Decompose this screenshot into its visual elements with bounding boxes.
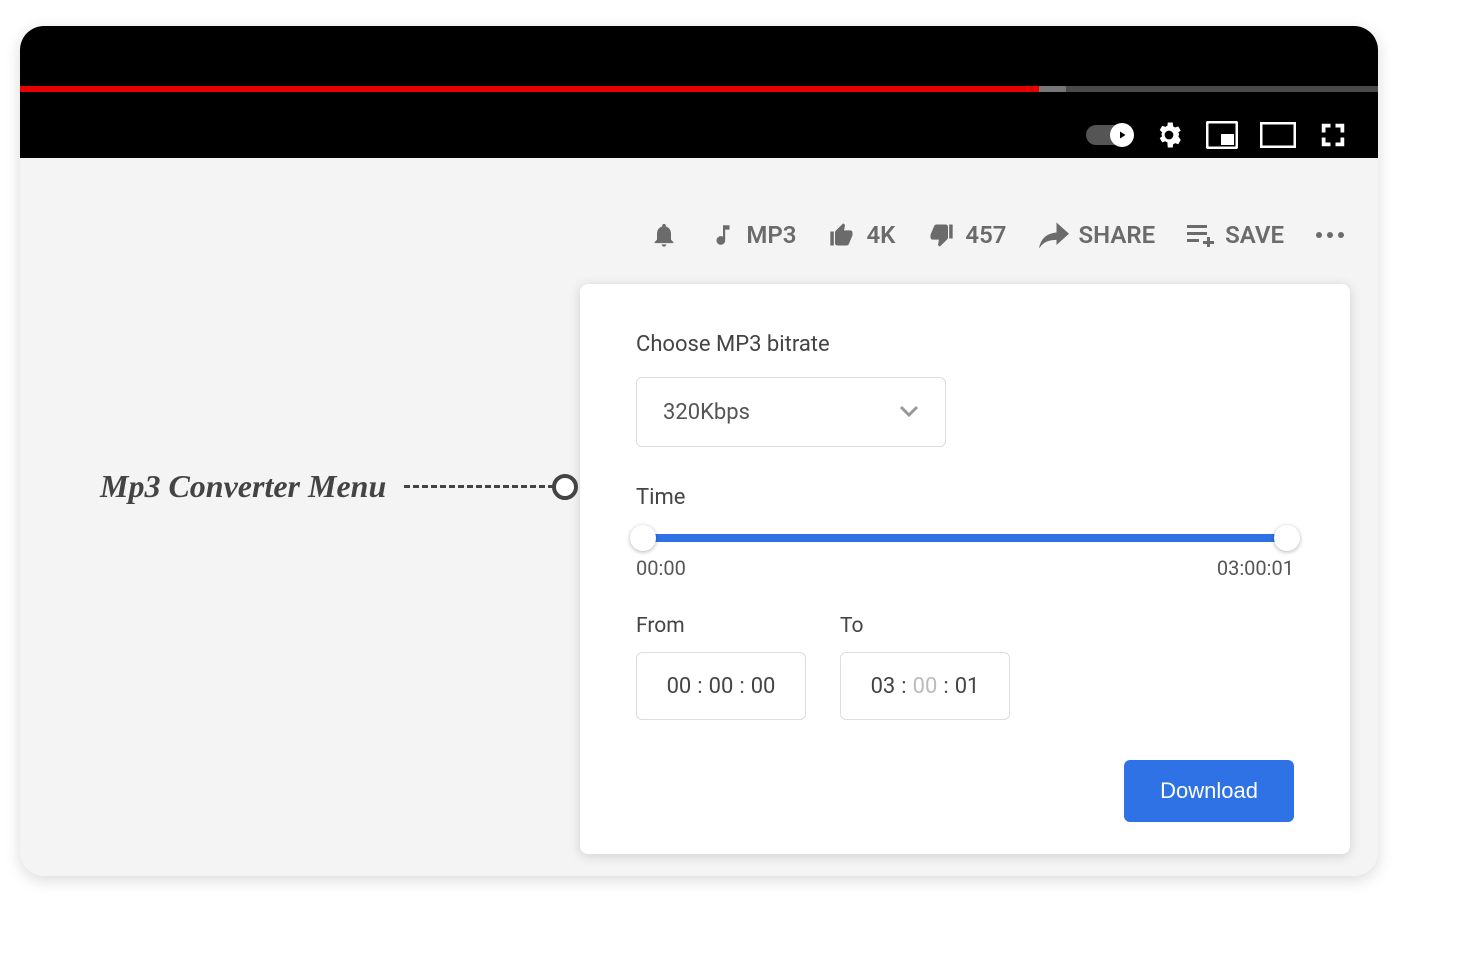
progress-track[interactable] [20, 86, 1378, 92]
bitrate-label: Choose MP3 bitrate [636, 332, 1294, 357]
settings-icon[interactable] [1154, 120, 1184, 150]
bitrate-value: 320Kbps [663, 400, 750, 425]
playlist-add-icon [1187, 223, 1215, 247]
autoplay-knob [1110, 123, 1134, 147]
from-group: From 00 : 00 : 00 [636, 614, 806, 720]
save-button[interactable]: SAVE [1187, 221, 1284, 249]
chevron-down-icon [899, 405, 919, 419]
from-field[interactable]: 00 : 00 : 00 [636, 652, 806, 720]
bitrate-select[interactable]: 320Kbps [636, 377, 946, 447]
dot-icon [1338, 232, 1344, 238]
theater-mode-icon[interactable] [1260, 122, 1296, 148]
fullscreen-icon[interactable] [1318, 120, 1348, 150]
miniplayer-icon[interactable] [1206, 121, 1238, 149]
time-label: Time [636, 485, 1294, 510]
play-icon [1116, 129, 1128, 141]
progress-played [20, 86, 1039, 92]
to-group: To 03 : 00 : 01 [840, 614, 1010, 720]
mp3-converter-panel: Choose MP3 bitrate 320Kbps Time 00:00 03… [580, 284, 1350, 854]
player-controls [1086, 120, 1348, 150]
music-note-icon [710, 222, 736, 248]
annotation-pointer-circle [552, 474, 578, 500]
from-label: From [636, 614, 806, 638]
time-labels: 00:00 03:00:01 [636, 556, 1294, 580]
slider-handle-end[interactable] [1274, 525, 1300, 551]
to-hh: 03 [871, 674, 896, 699]
thumbs-up-icon [828, 221, 856, 249]
to-label: To [840, 614, 1010, 638]
from-ss: 00 [751, 674, 776, 699]
thumbs-down-icon [927, 221, 955, 249]
notifications-button[interactable] [650, 221, 678, 249]
more-actions-button[interactable] [1316, 232, 1344, 238]
share-arrow-icon [1039, 222, 1069, 248]
time-end-label: 03:00:01 [1217, 556, 1294, 580]
time-start-label: 00:00 [636, 556, 686, 580]
share-label: SHARE [1079, 221, 1156, 249]
like-count: 4K [866, 221, 895, 249]
action-row: MP3 4K 457 SHARE SAVE [650, 221, 1344, 249]
annotation: Mp3 Converter Menu [100, 468, 578, 505]
time-inputs: From 00 : 00 : 00 To 03 : 00 : 01 [636, 614, 1294, 720]
time-range-slider[interactable] [636, 534, 1294, 542]
video-player-bar [20, 26, 1378, 158]
annotation-text: Mp3 Converter Menu [100, 468, 386, 505]
to-ss: 01 [955, 674, 980, 699]
dot-icon [1316, 232, 1322, 238]
dot-icon [1327, 232, 1333, 238]
dislike-button[interactable]: 457 [927, 221, 1006, 249]
dislike-count: 457 [965, 221, 1006, 249]
from-hh: 00 [667, 674, 692, 699]
download-button[interactable]: Download [1124, 760, 1294, 822]
mp3-button[interactable]: MP3 [710, 221, 796, 249]
mp3-label: MP3 [746, 221, 796, 249]
to-field[interactable]: 03 : 00 : 01 [840, 652, 1010, 720]
from-mm: 00 [709, 674, 734, 699]
annotation-line [404, 485, 554, 488]
app-window: MP3 4K 457 SHARE SAVE Choose MP3 bitrate… [20, 26, 1378, 876]
autoplay-toggle[interactable] [1086, 125, 1132, 145]
share-button[interactable]: SHARE [1039, 221, 1156, 249]
slider-handle-start[interactable] [630, 525, 656, 551]
like-button[interactable]: 4K [828, 221, 895, 249]
to-mm: 00 [913, 674, 938, 699]
save-label: SAVE [1225, 221, 1284, 249]
bell-icon [650, 221, 678, 249]
